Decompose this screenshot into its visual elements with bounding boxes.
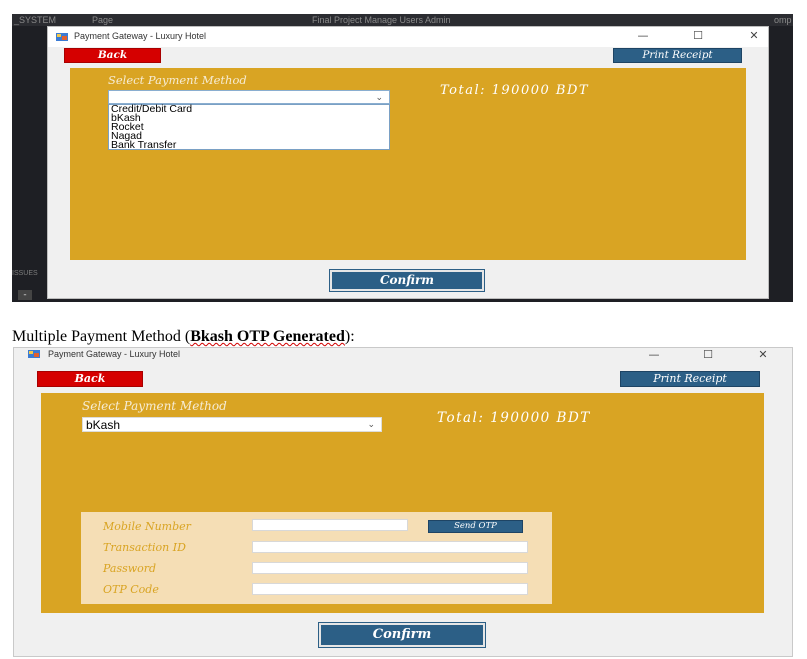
payment-panel: Select Payment Method Total: 190000 BDT … [41, 393, 764, 613]
select-method-label: Select Payment Method [82, 399, 227, 413]
transaction-id-label: Transaction ID [103, 541, 186, 554]
caption-prefix: Multiple Payment Method ( [12, 328, 191, 345]
chevron-down-icon[interactable]: ⌄ [367, 419, 375, 430]
minimize-button[interactable]: — [644, 348, 664, 362]
otp-code-label: OTP Code [103, 583, 159, 596]
ide-background-strip: _SYSTEM Page Final Project Manage Users … [12, 14, 793, 26]
window-title: Payment Gateway - Luxury Hotel [48, 349, 181, 359]
dropdown-option[interactable]: Bank Transfer [109, 140, 389, 151]
caption-bold: Bkash OTP Generated [190, 328, 345, 345]
select-method-label: Select Payment Method [108, 73, 247, 87]
hotel-app-icon [28, 350, 40, 358]
mobile-number-label: Mobile Number [103, 520, 191, 533]
total-amount: Total: 190000 BDT [440, 83, 590, 98]
window-title: Payment Gateway - Luxury Hotel [74, 31, 207, 41]
password-label: Password [103, 562, 157, 575]
dropdown-option[interactable]: Rocket [109, 122, 389, 133]
send-otp-button[interactable]: Send OTP [428, 520, 523, 533]
caption-suffix: ): [344, 328, 355, 345]
payment-method-combo[interactable]: ⌄ [108, 90, 390, 104]
maximize-button[interactable]: ☐ [698, 348, 718, 362]
caption: Multiple Payment Method (Bkash OTP Gener… [12, 328, 355, 346]
chevron-down-icon[interactable]: ⌄ [375, 92, 383, 103]
ide-issues-label: ISSUES [12, 270, 38, 277]
minimize-button[interactable]: — [633, 29, 653, 43]
ide-tab-left: _SYSTEM [14, 15, 57, 25]
confirm-button[interactable]: Confirm [329, 269, 485, 292]
payment-window-bkash: Payment Gateway - Luxury Hotel — ☐ ✕ Bac… [13, 347, 793, 657]
password-input[interactable] [252, 562, 528, 574]
total-amount: Total: 190000 BDT [437, 410, 591, 426]
otp-code-input[interactable] [252, 583, 528, 595]
mobile-number-input[interactable] [252, 519, 408, 531]
ide-collapse-button[interactable]: - [18, 290, 32, 300]
maximize-button[interactable]: ☐ [688, 29, 708, 43]
transaction-id-input[interactable] [252, 541, 528, 553]
close-button[interactable]: ✕ [744, 29, 764, 43]
title-bar: Payment Gateway - Luxury Hotel — ☐ ✕ [14, 348, 792, 368]
dropdown-option[interactable]: Credit/Debit Card [109, 104, 389, 115]
confirm-button[interactable]: Confirm [318, 622, 486, 648]
print-receipt-button[interactable]: Print Receipt [613, 48, 742, 63]
hotel-app-icon [56, 33, 68, 41]
combo-value: bKash [86, 418, 121, 432]
bkash-form: Mobile Number Send OTP Transaction ID Pa… [81, 512, 552, 604]
ide-tab-right: omp [774, 15, 792, 25]
close-button[interactable]: ✕ [753, 348, 773, 362]
payment-method-dropdown: Credit/Debit Card bKash Rocket Nagad Ban… [108, 104, 390, 150]
screenshot-dropdown-open: _SYSTEM Page Final Project Manage Users … [12, 14, 793, 302]
payment-window: Payment Gateway - Luxury Hotel — ☐ ✕ Bac… [47, 26, 769, 299]
payment-panel: Select Payment Method Total: 190000 BDT … [70, 68, 746, 260]
back-button[interactable]: Back [37, 371, 143, 387]
back-button[interactable]: Back [64, 48, 161, 63]
title-bar: Payment Gateway - Luxury Hotel — ☐ ✕ [48, 27, 768, 47]
ide-tab-middle: Page [92, 15, 114, 25]
ide-tab-center: Final Project Manage Users Admin [312, 15, 451, 25]
print-receipt-button[interactable]: Print Receipt [620, 371, 760, 387]
dropdown-option[interactable]: bKash [109, 113, 389, 124]
payment-method-combo[interactable]: bKash ⌄ [82, 417, 382, 432]
